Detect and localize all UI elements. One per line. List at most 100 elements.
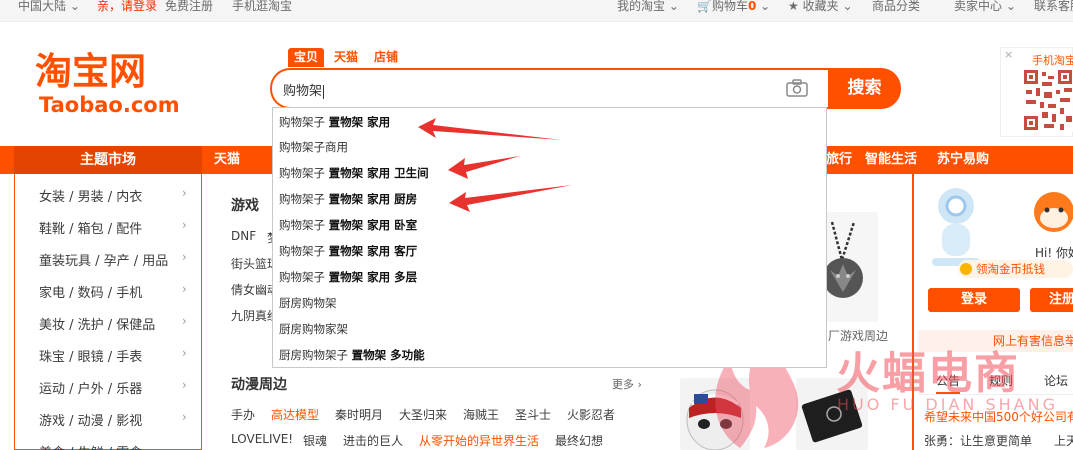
tab-forum[interactable]: 论坛 xyxy=(1044,372,1068,389)
section-title-games: 游戏 xyxy=(231,198,259,214)
gold-coin-button[interactable]: 领淘金币抵钱 xyxy=(958,260,1073,278)
register-button[interactable]: 注册 xyxy=(1030,288,1073,312)
chevron-down-icon: ⌄ xyxy=(1005,0,1016,13)
contact-link[interactable]: 联系客服 xyxy=(1034,0,1073,13)
category-item[interactable]: 游戏 / 动漫 / 影视 xyxy=(39,410,142,429)
notice-item[interactable]: 张勇：让生意更简单 xyxy=(924,432,1032,449)
cart-icon: 🛒 xyxy=(697,0,712,13)
region-selector[interactable]: 中国大陆 ⌄ xyxy=(18,0,80,13)
nav-item-suning[interactable]: 苏宁易购 xyxy=(937,146,989,174)
chevron-right-icon: › xyxy=(182,346,187,360)
category-item[interactable]: 运动 / 户外 / 乐器 xyxy=(39,378,142,397)
anime-tag[interactable]: 手办 xyxy=(231,406,255,423)
chevron-right-icon: › xyxy=(182,378,187,392)
search-suggestion-item[interactable]: 购物架子 置物架 家用 卫生间 xyxy=(279,166,429,180)
search-suggestion-item[interactable]: 厨房购物架 xyxy=(279,296,337,310)
anime-tag[interactable]: 秦时明月 xyxy=(335,406,383,423)
nav-item-tmall[interactable]: 天猫 xyxy=(214,146,240,174)
taobao-homepage: 中国大陆 ⌄ 亲，请登录 免费注册 手机逛淘宝 我的淘宝 ⌄ 🛒购物车0 ⌄ ★… xyxy=(0,0,1073,450)
favorites-menu[interactable]: ★ 收藏夹 ⌄ xyxy=(788,0,853,13)
chevron-right-icon: › xyxy=(182,250,187,264)
anime-tag[interactable]: 进击的巨人 xyxy=(343,432,403,449)
search-tab-items[interactable]: 宝贝 xyxy=(288,48,325,67)
login-button[interactable]: 登录 xyxy=(928,288,1020,312)
taobao-logo[interactable]: 淘宝网 xyxy=(35,52,146,92)
search-suggestion-item[interactable]: 购物架子商用 xyxy=(279,140,348,154)
nav-item-travel[interactable]: 旅行 xyxy=(826,146,852,174)
category-item[interactable]: 珠宝 / 眼镜 / 手表 xyxy=(39,346,142,365)
chevron-down-icon: ⌄ xyxy=(760,0,771,13)
anime-tag[interactable]: 大圣归来 xyxy=(399,406,447,423)
suggestion-prefix: 厨房购物架子 xyxy=(279,348,352,362)
suggestion-prefix: 购物架子 xyxy=(279,192,329,206)
chevron-down-icon: ⌄ xyxy=(842,0,853,13)
chevron-down-icon: ⌄ xyxy=(668,0,679,13)
search-suggestion-dropdown: 购物架子 置物架 家用 购物架子商用 购物架子 置物架 家用 卫生间 购物架子 置物架… xyxy=(272,107,827,368)
qr-label[interactable]: 手机淘宝 xyxy=(1032,52,1073,68)
category-item[interactable]: 童装玩具 / 孕产 / 用品 xyxy=(39,250,168,269)
chevron-right-icon: › xyxy=(182,282,187,296)
mobile-taobao-link[interactable]: 手机逛淘宝 xyxy=(232,0,292,13)
chevron-right-icon: › xyxy=(182,314,187,328)
suggestion-keywords: 置物架 家用 客厅 xyxy=(328,244,418,258)
theme-market-header: 主题市场 xyxy=(14,146,202,174)
taobao-logo-en[interactable]: Taobao.com xyxy=(39,93,180,117)
watermark-text: 火蝠电商 xyxy=(836,348,1020,399)
suggestion-keywords: 置物架 家用 多层 xyxy=(328,270,418,284)
nav-item-smart-life[interactable]: 智能生活 xyxy=(865,146,917,174)
suggestion-prefix: 购物架子 xyxy=(279,166,329,180)
category-item[interactable]: 美食 / 生鲜 / 零食 xyxy=(39,442,142,450)
search-tab-tmall[interactable]: 天猫 xyxy=(328,48,364,67)
suggestion-prefix: 购物架子 xyxy=(279,244,329,258)
more-link[interactable]: 更多 › xyxy=(612,376,642,392)
category-item[interactable]: 家电 / 数码 / 手机 xyxy=(39,282,142,301)
suggestion-keywords: 置物架 家用 xyxy=(328,115,391,129)
search-suggestion-item[interactable]: 购物架子 置物架 家用 厨房 xyxy=(279,192,417,206)
search-suggestion-item[interactable]: 厨房购物家架 xyxy=(279,322,348,336)
suggestion-keywords: 置物架 多功能 xyxy=(351,348,425,362)
category-item[interactable]: 鞋靴 / 箱包 / 配件 xyxy=(39,218,142,237)
watermark-subtext: HUO FU DIAN SHANG xyxy=(837,395,1058,414)
search-button[interactable]: 搜索 xyxy=(828,68,901,109)
search-suggestion-item[interactable]: 购物架子 置物架 家用 卧室 xyxy=(279,218,417,232)
search-input[interactable] xyxy=(270,68,830,109)
close-icon[interactable]: × xyxy=(1004,48,1013,61)
category-item[interactable]: 美妆 / 洗护 / 保健品 xyxy=(39,314,155,333)
chevron-down-icon: ⌄ xyxy=(69,0,80,13)
chevron-right-icon: › xyxy=(182,410,187,424)
anime-tag[interactable]: 海贼王 xyxy=(463,406,499,423)
qr-code-icon xyxy=(1022,68,1073,132)
suggestion-prefix: 购物架子 xyxy=(279,218,329,232)
register-link[interactable]: 免费注册 xyxy=(165,0,213,13)
anime-tag[interactable]: 从零开始的异世界生活 xyxy=(419,432,539,449)
suggestion-keywords: 置物架 家用 卧室 xyxy=(328,218,418,232)
search-suggestion-item[interactable]: 购物架子 置物架 家用 xyxy=(279,115,390,129)
greeting-text: Hi! 你好 xyxy=(1035,246,1073,260)
search-suggestion-item[interactable]: 购物架子 置物架 家用 客厅 xyxy=(279,244,417,258)
search-query-text: 购物架 xyxy=(283,84,325,99)
notice-item[interactable]: 上天 xyxy=(1054,432,1073,449)
my-taobao-menu[interactable]: 我的淘宝 ⌄ xyxy=(617,0,679,13)
anime-tag[interactable]: 圣斗士 xyxy=(515,406,551,423)
suggestion-prefix: 厨房购物家架 xyxy=(279,322,348,336)
search-suggestion-item[interactable]: 购物架子 置物架 家用 多层 xyxy=(279,270,417,284)
search-suggestion-item[interactable]: 厨房购物架子 置物架 多功能 xyxy=(279,348,425,362)
suggestion-prefix: 购物架子 xyxy=(279,270,329,284)
seller-center-menu[interactable]: 卖家中心 ⌄ xyxy=(954,0,1016,13)
anime-tag[interactable]: 火影忍者 xyxy=(567,406,615,423)
suggestion-prefix: 购物架子商用 xyxy=(279,140,348,154)
suggestion-prefix: 购物架子 xyxy=(279,115,329,129)
anime-tag[interactable]: 最终幻想 xyxy=(555,432,603,449)
anime-tag[interactable]: LOVELIVE! xyxy=(231,432,293,446)
star-icon: ★ xyxy=(788,0,799,13)
anime-tag[interactable]: 高达模型 xyxy=(271,406,319,423)
cart-link[interactable]: 🛒购物车0 ⌄ xyxy=(697,0,770,13)
category-item[interactable]: 女装 / 男装 / 内衣 xyxy=(39,186,142,205)
anime-tag[interactable]: 银魂 xyxy=(303,432,327,449)
camera-icon[interactable] xyxy=(786,79,808,97)
game-tag[interactable]: DNF xyxy=(231,229,256,243)
login-link[interactable]: 亲，请登录 xyxy=(97,0,157,13)
search-tab-shops[interactable]: 店铺 xyxy=(368,48,404,67)
categories-link[interactable]: 商品分类 xyxy=(872,0,920,13)
cart-count: 0 xyxy=(747,0,757,13)
